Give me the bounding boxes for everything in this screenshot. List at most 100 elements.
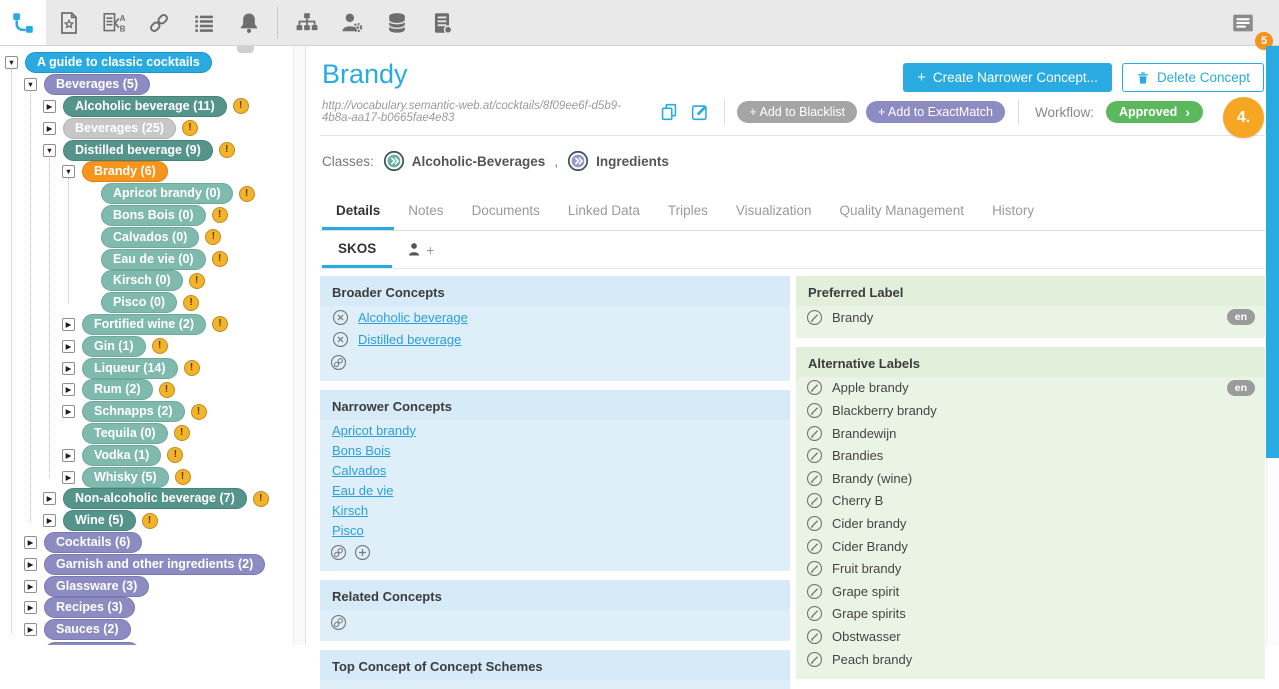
warning-icon[interactable]: ! bbox=[174, 425, 190, 441]
tree-item[interactable]: ▶ Beverages (25)! bbox=[0, 117, 293, 139]
copy-uri-icon[interactable] bbox=[658, 101, 680, 123]
tab-quality-management[interactable]: Quality Management bbox=[825, 193, 978, 230]
create-narrower-concept-button[interactable]: + Create Narrower Concept... bbox=[903, 63, 1112, 92]
add-to-blacklist-button[interactable]: + Add to Blacklist bbox=[737, 101, 857, 123]
expand-icon[interactable]: ▶ bbox=[62, 318, 75, 331]
bell-icon[interactable] bbox=[226, 0, 271, 45]
concept-pill[interactable]: Eau de vie (0) bbox=[101, 249, 206, 270]
remove-relation-icon[interactable] bbox=[332, 331, 349, 348]
expand-icon[interactable]: ▶ bbox=[62, 449, 75, 462]
tree-item[interactable]: Bons Bois (0)! bbox=[0, 205, 293, 227]
concept-pill[interactable]: Wine (5) bbox=[63, 510, 136, 531]
warning-icon[interactable]: ! bbox=[212, 251, 228, 267]
edit-label-icon[interactable] bbox=[806, 309, 823, 326]
tree-item[interactable]: ▼Distilled beverage (9)! bbox=[0, 139, 293, 161]
add-concept-icon[interactable] bbox=[354, 544, 371, 561]
user-settings-icon[interactable] bbox=[329, 0, 374, 45]
tree-item[interactable]: ▼A guide to classic cocktails bbox=[0, 52, 293, 74]
warning-icon[interactable]: ! bbox=[142, 513, 158, 529]
concept-pill[interactable]: Apricot brandy (0) bbox=[101, 183, 233, 204]
concept-link[interactable]: Eau de vie bbox=[332, 483, 393, 498]
tree-item[interactable]: Pisco (0)! bbox=[0, 292, 293, 314]
concept-pill[interactable]: Beverages (25) bbox=[63, 118, 176, 139]
concept-pill[interactable]: Whisky (5) bbox=[82, 467, 169, 488]
concept-link[interactable]: Alcoholic beverage bbox=[358, 310, 468, 325]
warning-icon[interactable]: ! bbox=[253, 491, 269, 507]
concept-pill[interactable]: Kirsch (0) bbox=[101, 270, 183, 291]
concept-link[interactable]: Distilled beverage bbox=[358, 332, 461, 347]
remove-relation-icon[interactable] bbox=[332, 309, 349, 326]
concept-pill[interactable]: Glassware (3) bbox=[44, 576, 149, 597]
edit-label-icon[interactable] bbox=[806, 470, 823, 487]
concept-pill[interactable]: Rum (2) bbox=[82, 379, 153, 400]
expand-icon[interactable]: ▶ bbox=[24, 601, 37, 614]
tab-visualization[interactable]: Visualization bbox=[722, 193, 826, 230]
edit-uri-icon[interactable] bbox=[689, 101, 711, 123]
tree-item[interactable] bbox=[0, 641, 293, 645]
expand-icon[interactable]: ▶ bbox=[62, 405, 75, 418]
tree-item[interactable]: ▶Liqueur (14)! bbox=[0, 357, 293, 379]
tree-item[interactable]: ▶ Glassware (3) bbox=[0, 575, 293, 597]
edit-label-icon[interactable] bbox=[806, 628, 823, 645]
link-concept-icon[interactable] bbox=[330, 544, 347, 561]
concept-pill[interactable]: Schnapps (2) bbox=[82, 401, 185, 422]
warning-icon[interactable]: ! bbox=[205, 229, 221, 245]
concept-pill[interactable]: Pisco (0) bbox=[101, 292, 177, 313]
tree-item[interactable]: ▶Non-alcoholic beverage (7)! bbox=[0, 488, 293, 510]
expand-icon[interactable]: ▶ bbox=[43, 122, 56, 135]
tree-item[interactable]: ▶Cocktails (6) bbox=[0, 532, 293, 554]
tree-item[interactable]: ▼Brandy (6) bbox=[0, 161, 293, 183]
tree-item[interactable]: Calvados (0)! bbox=[0, 226, 293, 248]
warning-icon[interactable]: ! bbox=[159, 382, 175, 398]
concept-pill[interactable]: Gin (1) bbox=[82, 336, 146, 357]
tree-item[interactable]: ▶ Vodka (1)! bbox=[0, 444, 293, 466]
concept-pill[interactable]: Sauces (2) bbox=[44, 619, 131, 640]
app-logo[interactable] bbox=[0, 0, 46, 45]
main-scrollbar-thumb[interactable] bbox=[1266, 46, 1279, 458]
expand-icon[interactable]: ▶ bbox=[24, 580, 37, 593]
expand-icon[interactable]: ▶ bbox=[62, 340, 75, 353]
edit-label-icon[interactable] bbox=[806, 515, 823, 532]
concept-pill[interactable]: Fortified wine (2) bbox=[82, 314, 206, 335]
concept-pill[interactable]: Liqueur (14) bbox=[82, 358, 178, 379]
hierarchy-icon[interactable] bbox=[284, 0, 329, 45]
tree-item[interactable]: Apricot brandy (0)! bbox=[0, 183, 293, 205]
warning-icon[interactable]: ! bbox=[182, 120, 198, 136]
tree-item[interactable]: Kirsch (0)! bbox=[0, 270, 293, 292]
concept-link[interactable]: Apricot brandy bbox=[332, 423, 416, 438]
tree-item[interactable]: ▶Rum (2)! bbox=[0, 379, 293, 401]
expand-icon[interactable]: ▶ bbox=[43, 492, 56, 505]
sidebar-scrollbar[interactable] bbox=[293, 46, 305, 645]
database-icon[interactable] bbox=[374, 0, 419, 45]
warning-icon[interactable]: ! bbox=[152, 338, 168, 354]
warning-icon[interactable]: ! bbox=[212, 316, 228, 332]
concept-pill[interactable]: Distilled beverage (9) bbox=[63, 140, 213, 161]
tab-documents[interactable]: Documents bbox=[458, 193, 554, 230]
expand-icon[interactable]: ▶ bbox=[62, 471, 75, 484]
concept-pill[interactable] bbox=[44, 642, 140, 645]
tree-item[interactable]: Eau de vie (0)! bbox=[0, 248, 293, 270]
class-chip-alcoholic-beverages[interactable]: Alcoholic-Beverages bbox=[383, 150, 546, 172]
tab-history[interactable]: History bbox=[978, 193, 1048, 230]
concept-pill[interactable]: Vodka (1) bbox=[82, 445, 161, 466]
edit-label-icon[interactable] bbox=[806, 447, 823, 464]
warning-icon[interactable]: ! bbox=[183, 295, 199, 311]
concept-pill[interactable]: Bons Bois (0) bbox=[101, 205, 206, 226]
document-star-icon[interactable] bbox=[46, 0, 91, 45]
edit-label-icon[interactable] bbox=[806, 538, 823, 555]
concept-pill[interactable]: Recipes (3) bbox=[44, 597, 135, 618]
concept-link[interactable]: Calvados bbox=[332, 463, 386, 478]
edit-label-icon[interactable] bbox=[806, 379, 823, 396]
link-concept-icon[interactable] bbox=[330, 614, 347, 631]
workflow-status-button[interactable]: Approved › bbox=[1106, 101, 1203, 123]
tree-item[interactable]: ▶Schnapps (2)! bbox=[0, 401, 293, 423]
tree-item[interactable]: ▶ Fortified wine (2)! bbox=[0, 314, 293, 336]
notes-icon[interactable]: 5 bbox=[1220, 0, 1265, 45]
warning-icon[interactable]: ! bbox=[167, 447, 183, 463]
warning-icon[interactable]: ! bbox=[219, 142, 235, 158]
warning-icon[interactable]: ! bbox=[239, 186, 255, 202]
link-concept-icon[interactable] bbox=[330, 354, 347, 371]
class-chip-ingredients[interactable]: Ingredients bbox=[567, 150, 669, 172]
concept-pill[interactable]: Tequila (0) bbox=[82, 423, 168, 444]
concept-pill[interactable]: Beverages (5) bbox=[44, 74, 150, 95]
